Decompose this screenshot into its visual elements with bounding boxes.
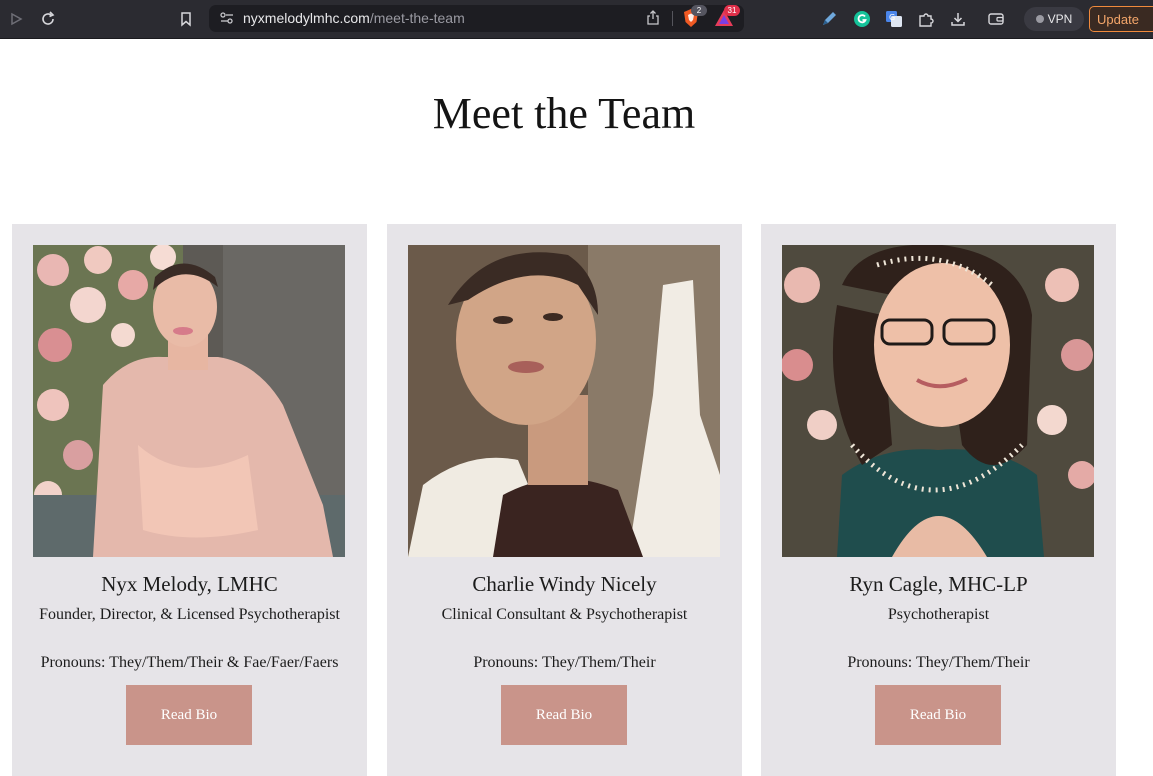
reload-icon[interactable] [38, 9, 58, 29]
team-card-charlie: Charlie Windy Nicely Clinical Consultant… [387, 224, 742, 776]
team-member-pronouns: Pronouns: They/Them/Their [847, 654, 1030, 671]
browser-toolbar: nyxmelodylmhc.com/meet-the-team 2 31 G V… [0, 0, 1153, 39]
team-photo [782, 245, 1094, 557]
page-title: Meet the Team [432, 89, 696, 138]
url-path: /meet-the-team [369, 10, 465, 26]
site-settings-icon[interactable] [217, 8, 237, 28]
shield-count-badge: 2 [691, 5, 707, 16]
team-member-pronouns: Pronouns: They/Them/Their & Fae/Faer/Fae… [40, 654, 339, 671]
url-text[interactable]: nyxmelodylmhc.com/meet-the-team [243, 10, 465, 26]
rewards-count-badge: 31 [724, 5, 740, 16]
share-icon[interactable] [643, 8, 663, 28]
team-member-name: Ryn Cagle, MHC-LP [849, 572, 1028, 596]
translate-icon[interactable]: G [884, 9, 904, 29]
download-icon[interactable] [948, 9, 968, 29]
team-card-ryn: Ryn Cagle, MHC-LP Psychotherapist Pronou… [761, 224, 1116, 776]
team-photo [33, 245, 345, 557]
address-bar[interactable]: nyxmelodylmhc.com/meet-the-team 2 31 [209, 5, 744, 32]
team-member-pronouns: Pronouns: They/Them/Their [473, 654, 656, 671]
url-domain: nyxmelodylmhc.com [243, 10, 370, 26]
team-member-name: Nyx Melody, LMHC [101, 572, 278, 596]
urlbar-divider [672, 11, 673, 26]
read-bio-button[interactable]: Read Bio [875, 685, 1001, 745]
team-member-name: Charlie Windy Nicely [472, 572, 657, 596]
update-button[interactable]: Update [1089, 6, 1153, 32]
team-photo [408, 245, 720, 557]
team-member-role: Founder, Director, & Licensed Psychother… [39, 606, 340, 623]
read-bio-button[interactable]: Read Bio [126, 685, 252, 745]
wallet-icon[interactable] [986, 9, 1006, 29]
extensions-icon[interactable] [916, 9, 936, 29]
vpn-label: VPN [1047, 12, 1073, 26]
brave-rewards-icon[interactable]: 31 [714, 5, 740, 28]
bookmark-icon[interactable] [176, 9, 196, 29]
vpn-button[interactable]: VPN [1024, 7, 1084, 31]
team-member-role: Clinical Consultant & Psychotherapist [441, 606, 688, 623]
read-bio-button[interactable]: Read Bio [501, 685, 627, 745]
team-member-role: Psychotherapist [887, 606, 990, 623]
play-icon[interactable] [6, 9, 26, 29]
svg-text:G: G [889, 13, 895, 22]
brave-shield-icon[interactable]: 2 [681, 5, 707, 28]
grammarly-icon[interactable] [852, 9, 872, 29]
team-card-nyx: Nyx Melody, LMHC Founder, Director, & Li… [12, 224, 367, 776]
vpn-status-icon [1035, 15, 1044, 23]
pen-icon[interactable] [819, 9, 839, 29]
